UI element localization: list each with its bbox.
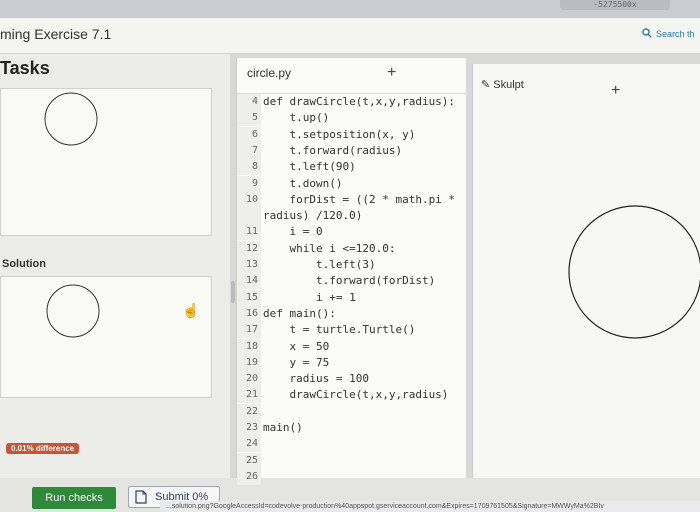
line-number: 24: [237, 436, 261, 453]
line-number: 23: [237, 420, 261, 436]
solution-circle: [46, 284, 100, 338]
code-text: y = 75: [263, 355, 330, 369]
page-header: ming Exercise 7.1 Search th: [0, 18, 700, 54]
add-file-button[interactable]: +: [387, 64, 396, 82]
line-number: 20: [237, 371, 261, 388]
line-number: 15: [237, 289, 261, 306]
line-number: 13: [237, 257, 261, 273]
document-icon: [135, 490, 147, 511]
file-tab-circle[interactable]: circle.py: [247, 66, 291, 80]
add-output-button[interactable]: +: [611, 82, 620, 100]
code-text: def main():: [263, 306, 336, 320]
skulpt-tab-label: Skulpt: [493, 79, 524, 91]
line-number: 9: [237, 175, 261, 192]
browser-tab-fragment[interactable]: -5275500x: [560, 0, 670, 10]
line-number: 6: [237, 126, 261, 143]
line-number: 8: [237, 159, 261, 176]
line-number: 7: [237, 142, 261, 159]
editor-tabbar: circle.py +: [237, 58, 467, 94]
task-circle: [44, 92, 98, 146]
code-text: drawCircle(t,x,y,radius): [263, 388, 449, 402]
editor-scrollbar[interactable]: [231, 281, 235, 303]
turtle-canvas: [473, 100, 700, 478]
tab-skulpt[interactable]: ✎ Skulpt: [481, 78, 601, 91]
line-number: 22: [237, 403, 261, 420]
line-number: 17: [237, 322, 261, 339]
code-text: while i <=120.0:: [263, 241, 396, 255]
difference-badge: 0.01% difference: [6, 443, 80, 454]
code-text: t.setposition(x, y): [263, 127, 416, 141]
code-text: forDist = ((2 * math.pi *: [263, 192, 456, 206]
line-number: [237, 208, 261, 225]
code-editor[interactable]: circle.py + 4 def drawCircle(t,x,y,radius…: [236, 58, 467, 485]
line-number: 5: [237, 110, 261, 127]
pointer-hand-icon: ☝: [182, 302, 200, 318]
line-number: 4: [237, 94, 261, 110]
page-title: ming Exercise 7.1: [0, 26, 112, 42]
code-text: radius) /120.0): [263, 209, 363, 223]
task-canvas: [0, 88, 212, 236]
output-pane: ✎ Skulpt +: [472, 64, 700, 478]
solution-canvas: [0, 276, 212, 398]
line-number: 10: [237, 191, 261, 208]
search-input[interactable]: Search th: [640, 26, 700, 44]
pencil-icon: ✎: [481, 79, 491, 91]
line-number: 14: [237, 273, 261, 290]
tasks-panel: Tasks Solution ☝ 0.01% difference: [0, 54, 230, 512]
code-text: i = 0: [263, 225, 323, 239]
code-text: radius = 100: [263, 372, 369, 386]
code-text: t.down(): [263, 176, 343, 190]
line-number: 21: [237, 387, 261, 404]
status-url: ...solution.png?GoogleAccessId=codevolve…: [160, 501, 700, 512]
code-text: t.forward(forDist): [263, 274, 436, 288]
code-text: i += 1: [263, 290, 356, 304]
browser-topbar: -5275500x: [0, 0, 700, 18]
line-number: 19: [237, 354, 261, 371]
line-number: 18: [237, 338, 261, 355]
code-text: t.forward(radius): [263, 143, 403, 157]
turtle-output-circle: [568, 205, 700, 339]
solution-label: Solution: [2, 258, 46, 270]
line-number: 16: [237, 305, 261, 322]
line-number: 25: [237, 452, 261, 469]
line-number: 11: [237, 224, 261, 241]
run-checks-button[interactable]: Run checks: [32, 487, 116, 509]
line-number: 12: [237, 240, 261, 257]
line-number: 26: [237, 468, 261, 485]
code-text: main(): [263, 421, 303, 434]
search-placeholder: Search th: [656, 29, 695, 39]
tasks-title: Tasks: [0, 58, 50, 78]
code-text: def drawCircle(t,x,y,radius):: [263, 95, 456, 108]
code-text: t = turtle.Turtle(): [263, 323, 416, 337]
code-text: t.up(): [263, 111, 330, 125]
magnifier-icon: [642, 28, 652, 40]
code-text: x = 50: [263, 339, 330, 353]
code-text: t.left(3): [263, 258, 376, 271]
code-text: t.left(90): [263, 160, 356, 174]
